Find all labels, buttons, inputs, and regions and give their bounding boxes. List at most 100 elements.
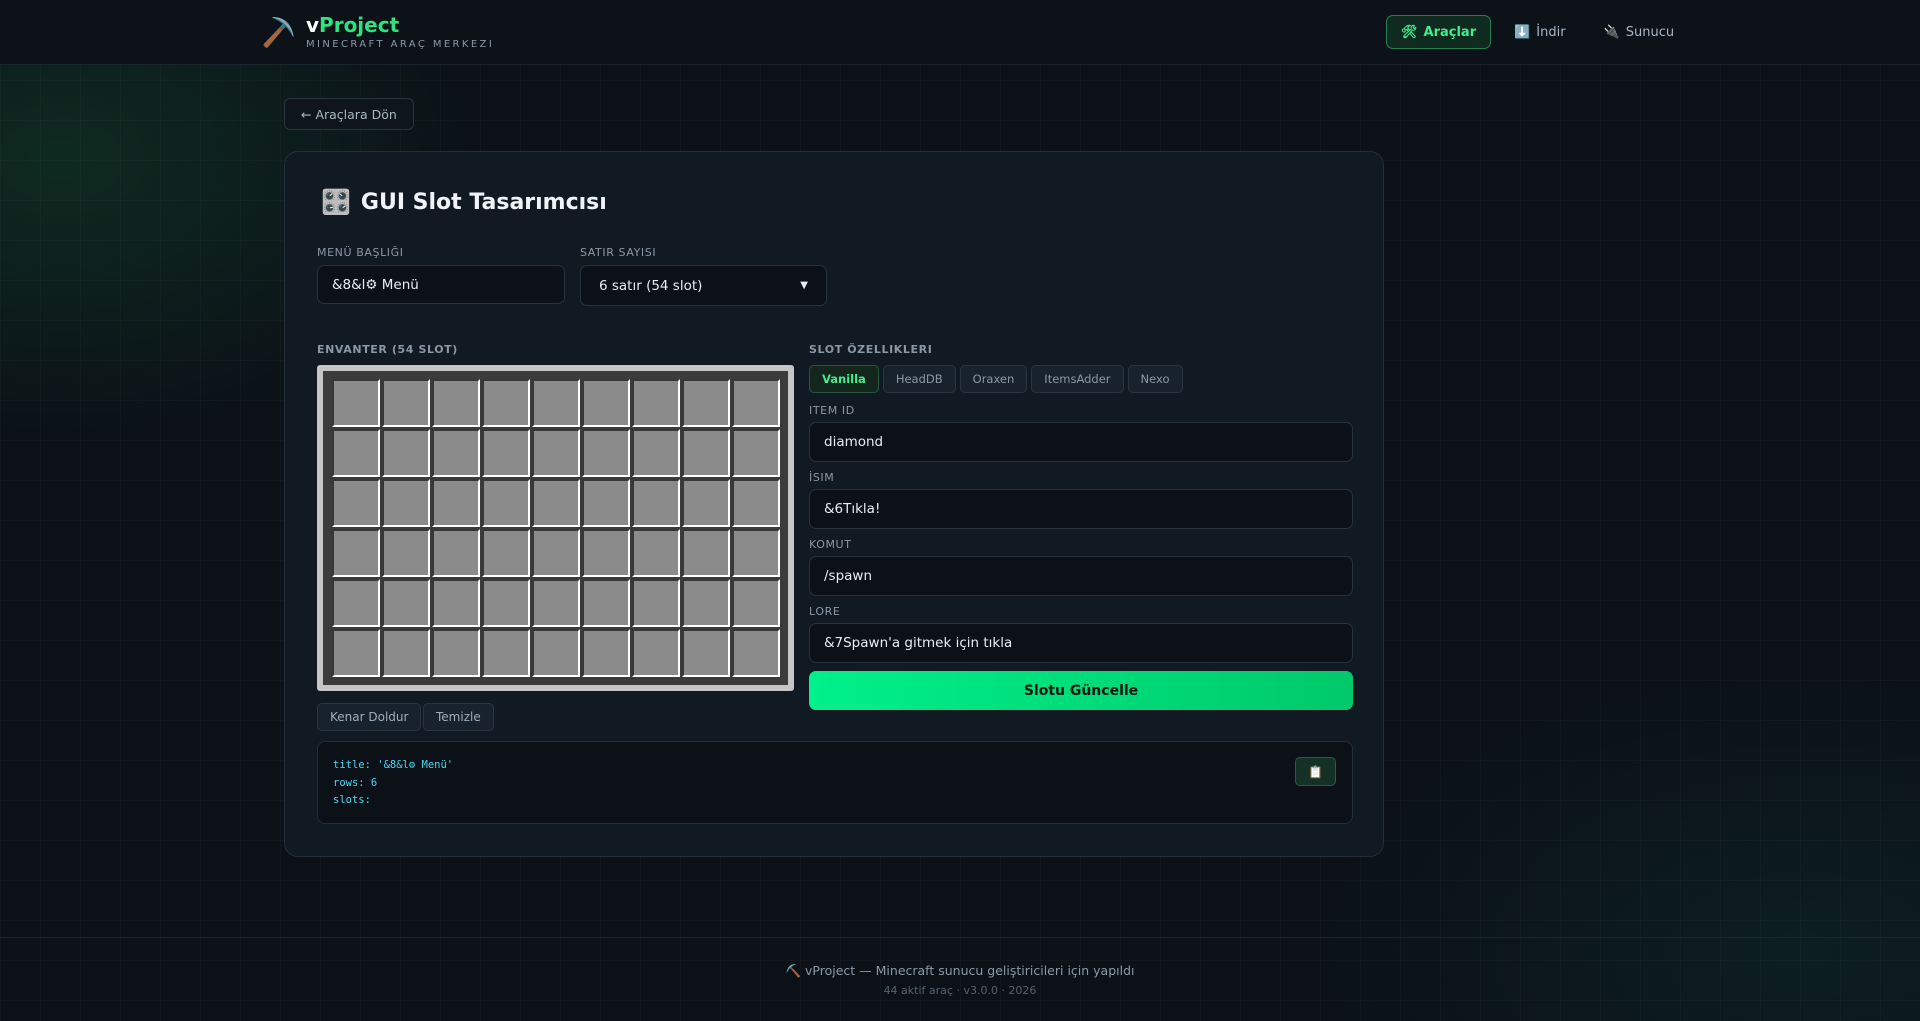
inventory-slot[interactable] [481, 529, 530, 577]
inventory-slot[interactable] [481, 579, 530, 627]
inventory-slot[interactable] [731, 479, 780, 527]
inventory-slot[interactable] [731, 579, 780, 627]
plug-icon: 🔌 [1603, 24, 1620, 40]
inventory-slot[interactable] [531, 579, 580, 627]
brand-text: vProject MINECRAFT ARAÇ MERKEZI [306, 14, 494, 50]
footer: ⛏️ vProject — Minecraft sunucu geliştiri… [0, 937, 1920, 1021]
inventory-slot[interactable] [531, 529, 580, 577]
tab-headdb[interactable]: HeadDB [882, 365, 956, 393]
inventory-slot[interactable] [481, 429, 530, 477]
control-knobs-icon: 🎛️ [321, 188, 351, 216]
inventory-slot[interactable] [631, 429, 680, 477]
page-title: 🎛️ GUI Slot Tasarımcısı [321, 188, 607, 216]
nav-download-label: İndir [1536, 24, 1566, 40]
inventory-slot[interactable] [631, 629, 680, 677]
yaml-output: title: '&8&l⚙ Menü' rows: 6 slots: 📋 [317, 741, 1353, 824]
nav-download[interactable]: ⬇️ İndir [1499, 15, 1580, 49]
code-line: slots: [333, 794, 371, 806]
back-to-tools-button[interactable]: ← Araçlara Dön [284, 98, 414, 130]
inventory-slot[interactable] [731, 429, 780, 477]
tab-nexo[interactable]: Nexo [1127, 365, 1183, 393]
tab-vanilla[interactable]: Vanilla [809, 365, 879, 393]
inventory-slot[interactable] [581, 529, 630, 577]
inventory-slot[interactable] [681, 379, 730, 427]
inventory-slot[interactable] [681, 579, 730, 627]
inventory-slot[interactable] [631, 579, 680, 627]
inventory-slot[interactable] [431, 479, 480, 527]
rows-select-value: 6 satır (54 slot) [599, 277, 703, 294]
inventory-slot[interactable] [681, 629, 730, 677]
rows-select[interactable]: 6 satır (54 slot) ▼ [580, 265, 827, 306]
inventory-slot[interactable] [631, 379, 680, 427]
brand-name-project: Project [319, 13, 400, 37]
item-id-input[interactable]: diamond [809, 422, 1353, 462]
menu-title-input[interactable]: &8&l⚙ Menü [317, 265, 565, 304]
inventory-slot[interactable] [331, 479, 380, 527]
inventory-label: ENVANTER (54 SLOT) [317, 343, 458, 356]
nav-server[interactable]: 🔌 Sunucu [1589, 15, 1690, 49]
command-input[interactable]: /spawn [809, 556, 1353, 596]
inventory-slot[interactable] [731, 629, 780, 677]
inventory-slot[interactable] [431, 579, 480, 627]
name-input[interactable]: &6Tıkla! [809, 489, 1353, 529]
nav-server-label: Sunucu [1625, 24, 1675, 40]
main-nav: 🛠 Araçlar ⬇️ İndir 🔌 Sunucu [1386, 15, 1689, 49]
name-label: İSIM [809, 471, 835, 484]
inventory-slot[interactable] [431, 629, 480, 677]
clipboard-icon: 📋 [1308, 764, 1323, 779]
footer-version: 44 aktif araç · v3.0.0 · 2026 [883, 984, 1037, 997]
inventory-slot[interactable] [581, 379, 630, 427]
menu-title-label: MENÜ BAŞLIĞI [317, 246, 404, 259]
inventory-slot[interactable] [381, 479, 430, 527]
inventory-slot[interactable] [381, 429, 430, 477]
inventory-slot[interactable] [381, 629, 430, 677]
inventory-slot[interactable] [581, 629, 630, 677]
inventory-slot[interactable] [681, 479, 730, 527]
inventory-slot[interactable] [431, 379, 480, 427]
inventory-slot[interactable] [481, 479, 530, 527]
inventory-slot[interactable] [481, 629, 530, 677]
inventory-slot[interactable] [531, 629, 580, 677]
inventory-slot[interactable] [331, 529, 380, 577]
inventory-slot[interactable] [731, 529, 780, 577]
inventory-slot[interactable] [531, 429, 580, 477]
tab-itemsadder[interactable]: ItemsAdder [1031, 365, 1124, 393]
inventory-slot[interactable] [331, 379, 380, 427]
gui-designer-card: 🎛️ GUI Slot Tasarımcısı MENÜ BAŞLIĞI &8&… [284, 151, 1384, 857]
inventory-grid [323, 371, 788, 685]
inventory-slot[interactable] [581, 579, 630, 627]
inventory-slot[interactable] [331, 429, 380, 477]
inventory-slot[interactable] [531, 379, 580, 427]
download-icon: ⬇️ [1514, 24, 1531, 40]
chevron-down-icon: ▼ [800, 280, 808, 291]
copy-button[interactable]: 📋 [1295, 757, 1336, 786]
pickaxe-icon: ⛏️ [261, 15, 296, 49]
inventory-slot[interactable] [331, 579, 380, 627]
inventory-slot[interactable] [581, 479, 630, 527]
nav-tools-label: Araçlar [1423, 24, 1477, 40]
inventory-slot[interactable] [381, 379, 430, 427]
inventory-slot[interactable] [531, 479, 580, 527]
inventory-slot[interactable] [681, 529, 730, 577]
inventory-slot[interactable] [381, 579, 430, 627]
update-slot-button[interactable]: Slotu Güncelle [809, 671, 1353, 710]
inventory-slot[interactable] [331, 629, 380, 677]
inventory-slot[interactable] [631, 529, 680, 577]
nav-tools[interactable]: 🛠 Araçlar [1386, 15, 1492, 49]
inventory-slot[interactable] [731, 379, 780, 427]
lore-input[interactable]: &7Spawn'a gitmek için tıkla [809, 623, 1353, 663]
inventory-slot[interactable] [381, 529, 430, 577]
inventory-slot[interactable] [681, 429, 730, 477]
inventory-slot[interactable] [581, 429, 630, 477]
lore-label: LORE [809, 605, 841, 618]
inventory-slot[interactable] [631, 479, 680, 527]
brand[interactable]: ⛏️ vProject MINECRAFT ARAÇ MERKEZI [261, 14, 494, 50]
tab-oraxen[interactable]: Oraxen [959, 365, 1028, 393]
fill-border-button[interactable]: Kenar Doldur [317, 703, 422, 731]
clear-button[interactable]: Temizle [423, 703, 494, 731]
inventory-slot[interactable] [481, 379, 530, 427]
yaml-code: title: '&8&l⚙ Menü' rows: 6 slots: [333, 757, 453, 810]
inventory-slot[interactable] [431, 529, 480, 577]
inventory-slot[interactable] [431, 429, 480, 477]
code-line: rows: 6 [333, 776, 378, 789]
